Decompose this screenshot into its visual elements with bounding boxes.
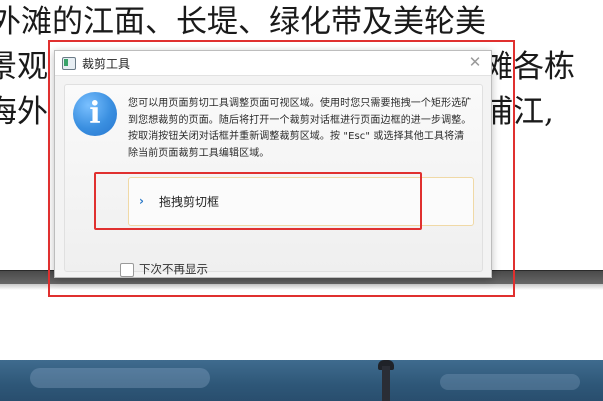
photo-cloud <box>440 374 580 390</box>
annotation-outer-highlight <box>48 40 515 297</box>
annotation-action-highlight <box>94 172 422 230</box>
photo-tower <box>382 366 390 401</box>
photo-cloud <box>30 368 210 388</box>
document-photo <box>0 360 603 401</box>
document-line: 外滩的江面、长堤、绿化带及美轮美 <box>0 4 486 40</box>
